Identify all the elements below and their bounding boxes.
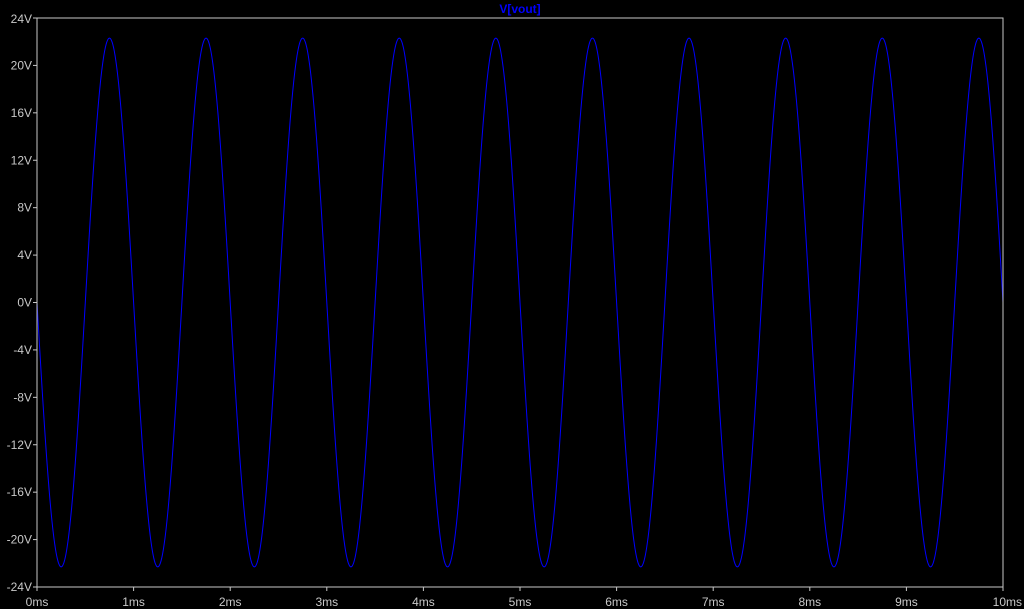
y-tick-label: -8V [13, 390, 32, 404]
y-tick-label: -16V [7, 485, 32, 499]
y-tick-label: 24V [11, 12, 32, 26]
y-tick-label: 0V [17, 296, 32, 310]
x-tick-label: 5ms [509, 595, 532, 609]
x-tick-label: 7ms [702, 595, 725, 609]
x-tick-label: 9ms [895, 595, 918, 609]
y-tick-label: -4V [13, 343, 32, 357]
y-tick-label: -20V [7, 533, 32, 547]
y-tick-label: 4V [17, 248, 32, 262]
y-tick-label: 8V [17, 201, 32, 215]
y-tick-label: -12V [7, 438, 32, 452]
x-tick-label: 10ms [993, 595, 1022, 609]
y-tick-label: 20V [11, 58, 32, 72]
x-tick-label: 8ms [798, 595, 821, 609]
y-tick-label: -24V [7, 580, 32, 594]
x-tick-label: 2ms [219, 595, 242, 609]
waveform-plot: V[vout] 24V 20V 16V 12V 8V 4V 0V -4V -8V -12V -16V… [0, 0, 1024, 609]
x-tick-label: 6ms [605, 595, 628, 609]
y-tick-label: 16V [11, 106, 32, 120]
plot-background [0, 0, 1024, 609]
y-tick-label: 12V [11, 153, 32, 167]
chart-title[interactable]: V[vout] [499, 2, 540, 16]
x-tick-label: 0ms [26, 595, 49, 609]
x-tick-label: 1ms [122, 595, 145, 609]
x-tick-label: 3ms [315, 595, 338, 609]
x-tick-label: 4ms [412, 595, 435, 609]
